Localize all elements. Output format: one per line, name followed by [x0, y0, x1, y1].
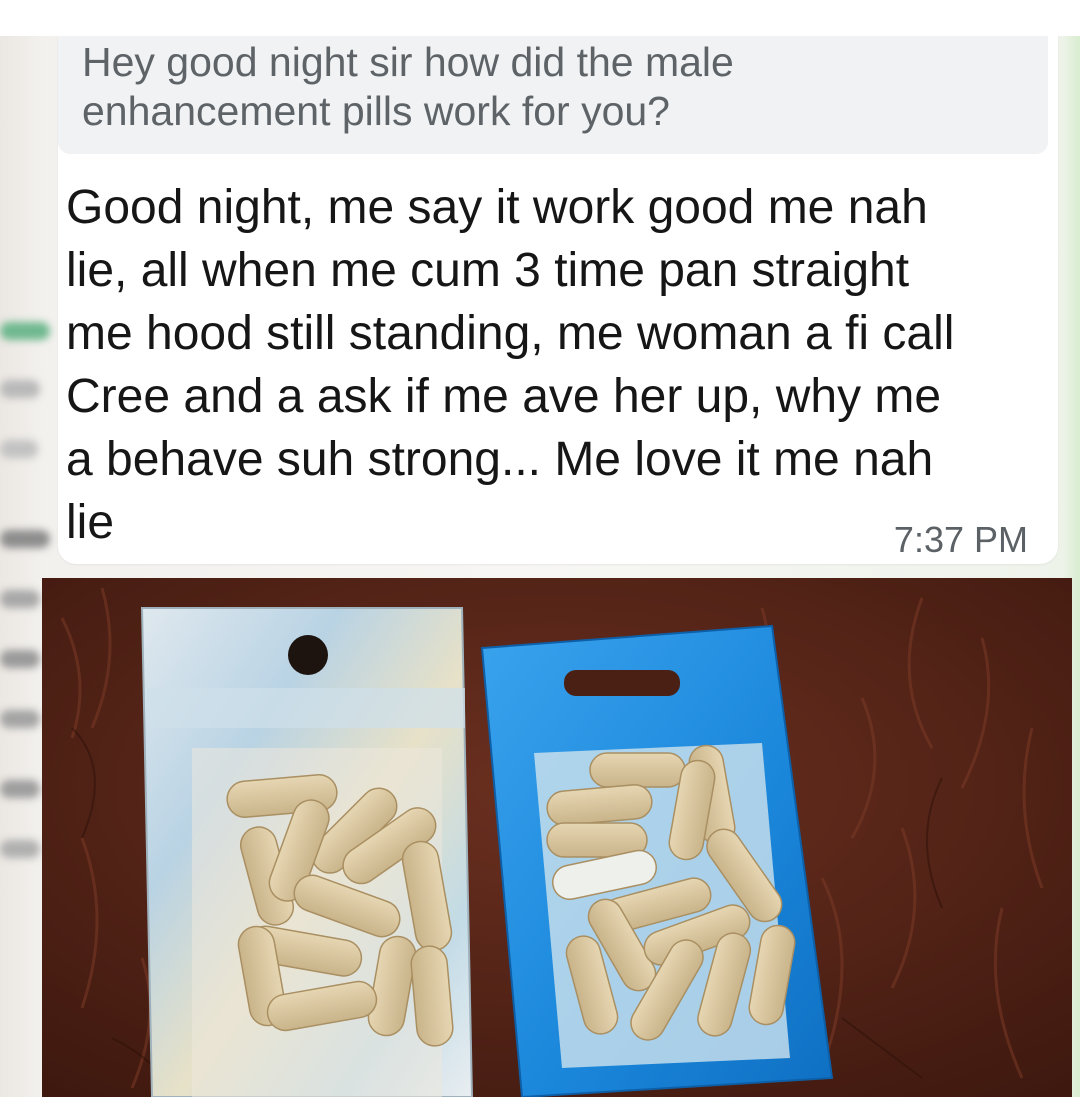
- capsule-photo-illustration: [42, 578, 1072, 1097]
- quoted-message-text: Hey good night sir how did the male enha…: [82, 39, 734, 134]
- message-text: Good night, me say it work good me nah l…: [66, 181, 955, 549]
- top-margin: [0, 0, 1080, 36]
- message-bubble[interactable]: Hey good night sir how did the male enha…: [58, 36, 1058, 564]
- message-timestamp: 7:37 PM: [893, 519, 1028, 560]
- attached-photo[interactable]: [42, 578, 1072, 1097]
- quoted-message[interactable]: Hey good night sir how did the male enha…: [58, 36, 1048, 154]
